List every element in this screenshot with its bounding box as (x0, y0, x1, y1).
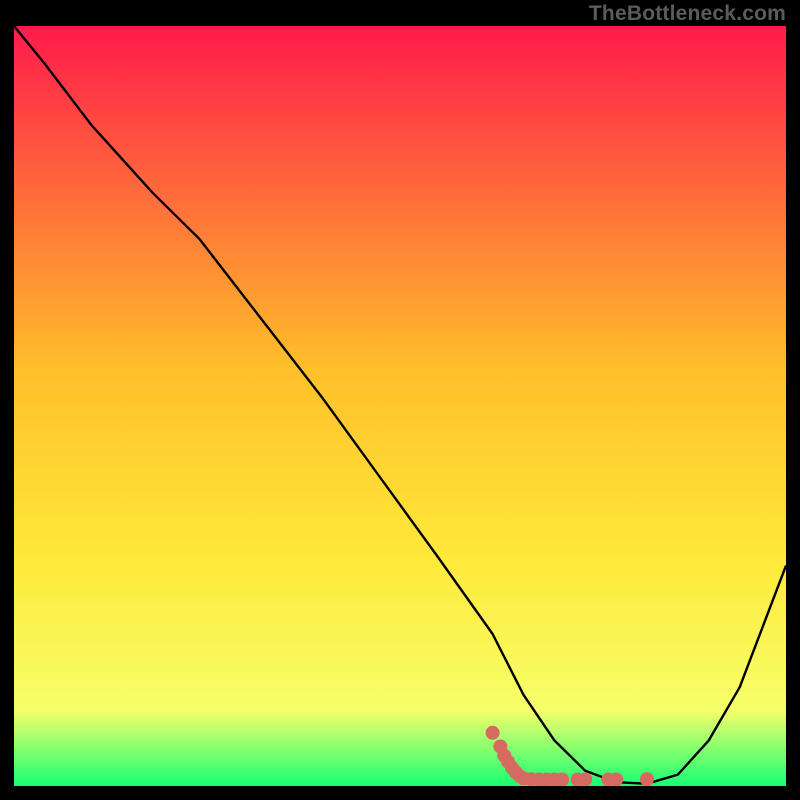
optimal-dot (555, 773, 569, 787)
watermark-text: TheBottleneck.com (589, 2, 786, 26)
bottleneck-chart (14, 26, 786, 786)
optimal-dot (578, 773, 592, 787)
optimal-dot (640, 772, 654, 786)
chart-frame (14, 26, 786, 786)
optimal-dot (609, 773, 623, 787)
gradient-background (14, 26, 786, 786)
optimal-dot (486, 726, 500, 740)
